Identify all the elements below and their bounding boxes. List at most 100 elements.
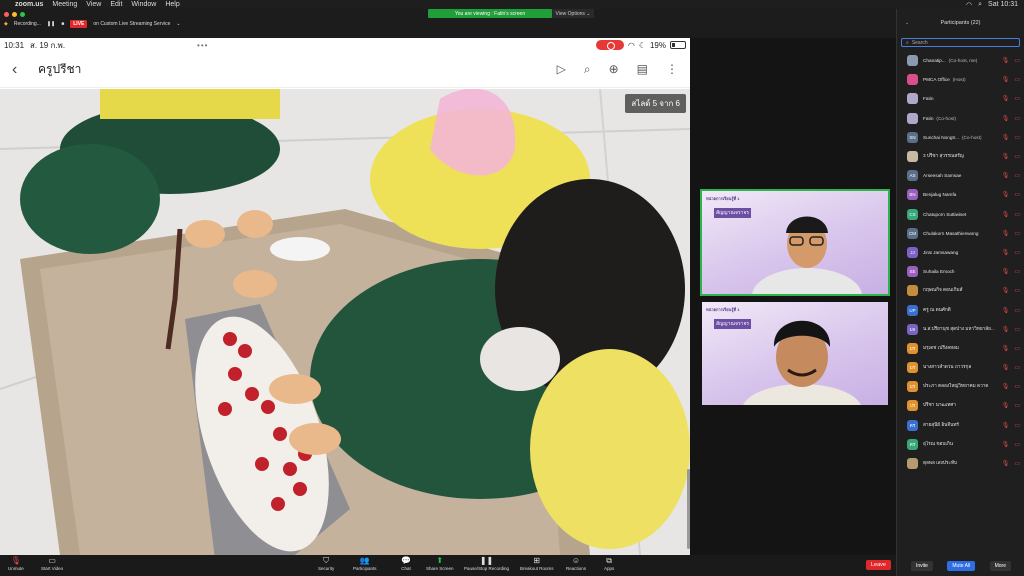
mic-off-icon[interactable]: 🎙 bbox=[1002, 57, 1010, 64]
participant-row[interactable]: PMCA Office (Host) 🎙 ▭ bbox=[897, 70, 1024, 89]
video-tile-speaker[interactable]: หน่วยการเรียนรู้ที่ 1 สัญญาณจราจร bbox=[700, 189, 890, 296]
menu-app-name[interactable]: zoom.us bbox=[15, 1, 43, 8]
video-off-icon[interactable]: ▭ bbox=[1014, 287, 1020, 294]
mic-off-icon[interactable]: 🎙 bbox=[1002, 134, 1010, 141]
mic-off-icon[interactable]: 🎙 bbox=[1002, 211, 1010, 218]
participant-row[interactable]: ดุลพล เสงประทับ 🎙 ▭ bbox=[897, 454, 1024, 473]
play-icon[interactable]: ▷ bbox=[557, 62, 566, 77]
video-off-icon[interactable]: ▭ bbox=[1014, 441, 1020, 448]
video-off-icon[interactable]: ▭ bbox=[1014, 364, 1020, 371]
mic-off-icon[interactable]: 🎙 bbox=[1002, 249, 1010, 256]
video-tile-participant[interactable]: หน่วยการเรียนรู้ที่ 1 สัญญาณจราจร bbox=[700, 300, 890, 407]
video-off-icon[interactable]: ▭ bbox=[1014, 57, 1020, 64]
video-off-icon[interactable]: ▭ bbox=[1014, 172, 1020, 179]
participant-row[interactable]: มร นางสาวลำดวน ถาวรกุล 🎙 ▭ bbox=[897, 358, 1024, 377]
video-off-icon[interactable]: ▭ bbox=[1014, 249, 1020, 256]
video-off-icon[interactable]: ▭ bbox=[1014, 153, 1020, 160]
search-icon[interactable]: ⌕ bbox=[584, 62, 591, 77]
participant-row[interactable]: คร สายสุนีย์ อินจีนทร์ 🎙 ▭ bbox=[897, 416, 1024, 435]
add-person-icon[interactable]: ⊕ bbox=[609, 62, 619, 77]
participant-row[interactable]: มจ น.ส.ปรียานุช สุดปาง มหาวิทยาลัย... 🎙 ▭ bbox=[897, 320, 1024, 339]
invite-button[interactable]: Invite bbox=[911, 561, 933, 571]
comment-icon[interactable]: ▤ bbox=[637, 62, 648, 77]
menu-view[interactable]: View bbox=[86, 1, 101, 8]
mic-off-icon[interactable]: 🎙 bbox=[1002, 172, 1010, 179]
mic-off-icon[interactable]: 🎙 bbox=[1002, 287, 1010, 294]
video-off-icon[interactable]: ▭ bbox=[1014, 115, 1020, 122]
video-off-icon[interactable]: ▭ bbox=[1014, 383, 1020, 390]
video-off-icon[interactable]: ▭ bbox=[1014, 345, 1020, 352]
participant-row[interactable]: JJ Jirat Jamsawang 🎙 ▭ bbox=[897, 243, 1024, 262]
apps-button[interactable]: ⧉ Apps bbox=[604, 556, 614, 571]
mic-off-icon[interactable]: 🎙 bbox=[1002, 95, 1010, 102]
more-icon[interactable]: ⋮ bbox=[666, 62, 678, 77]
video-off-icon[interactable]: ▭ bbox=[1014, 211, 1020, 218]
video-off-icon[interactable]: ▭ bbox=[1014, 191, 1020, 198]
wifi-icon[interactable]: ◠ bbox=[966, 1, 972, 9]
video-off-icon[interactable]: ▭ bbox=[1014, 422, 1020, 429]
security-button[interactable]: ⛉ Security bbox=[318, 556, 334, 571]
mic-off-icon[interactable]: 🎙 bbox=[1002, 402, 1010, 409]
breakout-rooms-button[interactable]: ⊞ Breakout Rooms bbox=[520, 556, 554, 571]
participant-row[interactable]: UP ครู ณ ดนศักดิ์ 🎙 ▭ bbox=[897, 300, 1024, 319]
mute-all-button[interactable]: Mute All bbox=[947, 561, 976, 571]
more-button[interactable]: More bbox=[989, 561, 1011, 571]
mic-off-icon[interactable]: 🎙 bbox=[1002, 268, 1010, 275]
view-options-button[interactable]: View Options ⌄ bbox=[552, 9, 594, 18]
participant-row[interactable]: มร ประภา ตลองใหญ่วิทยาคม ดวาด 🎙 ▭ bbox=[897, 377, 1024, 396]
video-off-icon[interactable]: ▭ bbox=[1014, 230, 1020, 237]
pause-recording-button[interactable]: ❚❚ Pause/Stop Recording bbox=[464, 556, 509, 571]
video-off-icon[interactable]: ▭ bbox=[1014, 268, 1020, 275]
start-video-button[interactable]: ▭ Start Video bbox=[41, 556, 63, 571]
participants-button[interactable]: 👥 Participants bbox=[353, 556, 377, 571]
chat-button[interactable]: 💬 Chat bbox=[401, 556, 411, 571]
participant-row[interactable]: คร อุไรณ ขอบเกิน 🎙 ▭ bbox=[897, 435, 1024, 454]
menubar-clock[interactable]: Sat 10:31 bbox=[988, 1, 1018, 8]
unmute-button[interactable]: 🎙 Unmute bbox=[8, 556, 24, 571]
mic-off-icon[interactable]: 🎙 bbox=[1002, 115, 1010, 122]
pause-icon[interactable]: ❚❚ bbox=[47, 21, 55, 27]
mic-off-icon[interactable]: 🎙 bbox=[1002, 441, 1010, 448]
menu-meeting[interactable]: Meeting bbox=[52, 1, 77, 8]
video-off-icon[interactable]: ▭ bbox=[1014, 307, 1020, 314]
mic-off-icon[interactable]: 🎙 bbox=[1002, 307, 1010, 314]
stop-icon[interactable]: ■ bbox=[61, 21, 64, 27]
minimize-window-button[interactable] bbox=[12, 12, 17, 17]
participant-row[interactable]: CM Chulakorn Masathienwong 🎙 ▭ bbox=[897, 224, 1024, 243]
participant-row[interactable]: Fatin (Co-host) 🎙 ▭ bbox=[897, 109, 1024, 128]
leave-button[interactable]: Leave bbox=[866, 560, 891, 570]
mic-off-icon[interactable]: 🎙 bbox=[1002, 230, 1010, 237]
menu-edit[interactable]: Edit bbox=[110, 1, 122, 8]
menu-window[interactable]: Window bbox=[131, 1, 156, 8]
participant-row[interactable]: Chanatip... (Co-host, me) 🎙 ▭ bbox=[897, 51, 1024, 70]
video-off-icon[interactable]: ▭ bbox=[1014, 326, 1020, 333]
mic-off-icon[interactable]: 🎙 bbox=[1002, 364, 1010, 371]
mic-off-icon[interactable]: 🎙 bbox=[1002, 191, 1010, 198]
participant-row[interactable]: AS Arseesah Samsae 🎙 ▭ bbox=[897, 166, 1024, 185]
reactions-button[interactable]: ☺ Reactions bbox=[566, 556, 586, 571]
search-icon[interactable]: ⌕ bbox=[978, 1, 982, 9]
participant-row[interactable]: 3 ปรีชา สุวรรณสรัญ 🎙 ▭ bbox=[897, 147, 1024, 166]
chevron-down-icon[interactable]: ⌄ bbox=[905, 20, 909, 26]
menu-help[interactable]: Help bbox=[165, 1, 179, 8]
video-off-icon[interactable]: ▭ bbox=[1014, 134, 1020, 141]
zoom-window-button[interactable] bbox=[20, 12, 25, 17]
participant-row[interactable]: SE Suhaila Emoch 🎙 ▭ bbox=[897, 262, 1024, 281]
video-off-icon[interactable]: ▭ bbox=[1014, 402, 1020, 409]
mic-off-icon[interactable]: 🎙 bbox=[1002, 76, 1010, 83]
chevron-down-icon[interactable]: ⌄ bbox=[176, 21, 180, 27]
participant-row[interactable]: Fatin 🎙 ▭ bbox=[897, 89, 1024, 108]
participant-row[interactable]: กฤษณกิจ ดอนเกิมส์ 🎙 ▭ bbox=[897, 281, 1024, 300]
participant-row[interactable]: ปร ปรีชา นาฒเทศา 🎙 ▭ bbox=[897, 396, 1024, 415]
participant-search-input[interactable]: ⌕ Search bbox=[901, 38, 1020, 47]
close-window-button[interactable] bbox=[4, 12, 9, 17]
live-service-label[interactable]: on Custom Live Streaming Service bbox=[93, 21, 170, 27]
participant-row[interactable]: CS Chatuporn Suttiwiset 🎙 ▭ bbox=[897, 205, 1024, 224]
participant-row[interactable]: มร มรุเดช เปรีงลหอม 🎙 ▭ bbox=[897, 339, 1024, 358]
mic-off-icon[interactable]: 🎙 bbox=[1002, 460, 1010, 467]
mic-off-icon[interactable]: 🎙 bbox=[1002, 345, 1010, 352]
participant-row[interactable]: SN Sunchai Nongtr... (Co-host) 🎙 ▭ bbox=[897, 128, 1024, 147]
participant-row[interactable]: BN Benjalug Namfa 🎙 ▭ bbox=[897, 185, 1024, 204]
mic-off-icon[interactable]: 🎙 bbox=[1002, 326, 1010, 333]
back-arrow-icon[interactable]: ‹ bbox=[12, 61, 38, 79]
